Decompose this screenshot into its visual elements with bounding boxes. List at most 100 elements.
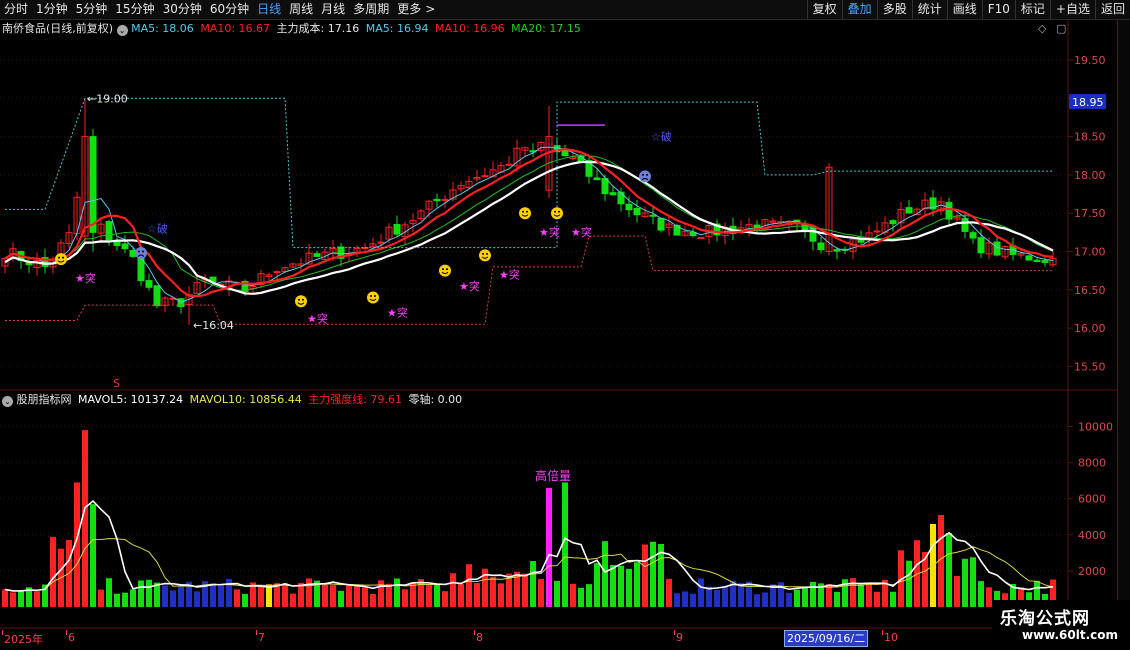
volume-bar[interactable] — [794, 589, 800, 607]
volume-bar[interactable] — [594, 563, 600, 607]
volume-bar[interactable] — [586, 584, 592, 607]
volume-chart[interactable]: 高倍量 S — [2, 377, 1056, 607]
volume-bar[interactable] — [354, 585, 360, 607]
volume-bar[interactable] — [570, 583, 576, 607]
candle-body[interactable] — [145, 280, 153, 288]
volume-bar[interactable] — [698, 578, 704, 607]
volume-bar[interactable] — [954, 575, 960, 607]
volume-bar[interactable] — [106, 578, 112, 607]
toolbar-button[interactable]: 返回 — [1094, 0, 1130, 19]
candle-body[interactable] — [273, 271, 281, 274]
volume-bar[interactable] — [282, 583, 288, 607]
volume-bar[interactable] — [402, 589, 408, 607]
volume-bar[interactable] — [618, 565, 624, 607]
toolbar-button[interactable]: 画线 — [946, 0, 982, 19]
candle-body[interactable] — [969, 232, 977, 239]
volume-bar[interactable] — [522, 573, 528, 607]
candle-body[interactable] — [505, 163, 513, 166]
candle-body[interactable] — [481, 175, 489, 178]
volume-bar[interactable] — [90, 504, 96, 607]
volume-bar[interactable] — [810, 581, 816, 607]
toolbar-button[interactable]: 叠加 — [841, 0, 877, 19]
candle-body[interactable] — [313, 253, 321, 257]
candle-body[interactable] — [617, 191, 625, 205]
candle-body[interactable] — [961, 218, 969, 232]
volume-bar[interactable] — [962, 558, 968, 607]
candle-body[interactable] — [873, 230, 881, 233]
period-tab[interactable]: 日线 — [253, 0, 285, 19]
volume-bar[interactable] — [754, 594, 760, 607]
candle-body[interactable] — [433, 198, 441, 202]
candle-body[interactable] — [1025, 255, 1033, 261]
candle-body[interactable] — [809, 227, 817, 242]
volume-bar[interactable] — [802, 587, 808, 607]
volume-bar[interactable] — [450, 573, 456, 607]
candle-body[interactable] — [121, 243, 129, 250]
right-scrollbar[interactable] — [1117, 20, 1130, 630]
volume-bar[interactable] — [642, 544, 648, 607]
volume-bar[interactable] — [394, 578, 400, 607]
volume-bar[interactable] — [970, 557, 976, 607]
more-arrow-icon[interactable]: > — [425, 0, 439, 19]
candle-body[interactable] — [153, 285, 161, 307]
candle-body[interactable] — [561, 149, 569, 157]
volume-bar[interactable] — [378, 580, 384, 607]
restore-icon[interactable]: ▢ — [1056, 22, 1066, 35]
volume-bar[interactable] — [178, 585, 184, 607]
candle-body[interactable] — [833, 249, 841, 252]
volume-bar[interactable] — [210, 583, 216, 607]
chevron-down-icon[interactable]: ⌄ — [2, 396, 13, 407]
toolbar-button[interactable]: +自选 — [1049, 0, 1095, 19]
candle-body[interactable] — [577, 155, 585, 162]
volume-bar[interactable] — [706, 586, 712, 607]
toolbar-button[interactable]: F10 — [981, 0, 1015, 19]
candle-body[interactable] — [633, 207, 641, 216]
volume-bar[interactable] — [666, 578, 672, 607]
volume-bar[interactable] — [146, 579, 152, 607]
volume-bar[interactable] — [322, 583, 328, 607]
volume-bar[interactable] — [34, 591, 40, 607]
volume-bar[interactable] — [458, 584, 464, 607]
chart-canvas[interactable]: ←19.00 ←16:04 ★突 ★突 ★突 ★突 ★突 ★突 ★突 ☆破 ☆破 高倍量 S 19.5… — [0, 20, 1117, 630]
volume-bar[interactable] — [714, 589, 720, 607]
toolbar-button[interactable]: 统计 — [911, 0, 947, 19]
volume-bar[interactable] — [162, 585, 168, 607]
volume-bar[interactable] — [218, 584, 224, 607]
volume-bar[interactable] — [946, 532, 952, 607]
volume-bar[interactable] — [258, 586, 264, 607]
candle-body[interactable] — [137, 254, 145, 282]
indicator-name[interactable]: 股朋指标网 — [17, 393, 72, 406]
volume-bar[interactable] — [650, 541, 656, 607]
volume-bar[interactable] — [834, 591, 840, 607]
volume-bar[interactable] — [498, 583, 504, 607]
candle-body[interactable] — [113, 241, 121, 247]
candle-body[interactable] — [393, 223, 401, 235]
volume-bar[interactable] — [490, 576, 496, 607]
volume-bar[interactable] — [874, 591, 880, 607]
candle-body[interactable] — [377, 241, 385, 244]
volume-bar[interactable] — [858, 584, 864, 607]
candle-body[interactable] — [1041, 260, 1049, 263]
volume-bar[interactable] — [746, 581, 752, 607]
volume-bar[interactable] — [346, 584, 352, 607]
volume-bar[interactable] — [50, 536, 56, 607]
period-tab[interactable]: 30分钟 — [159, 0, 206, 19]
candle-body[interactable] — [945, 202, 953, 220]
volume-bar[interactable] — [634, 562, 640, 607]
volume-bar[interactable] — [130, 589, 136, 607]
volume-bar[interactable] — [762, 592, 768, 607]
volume-bar[interactable] — [578, 587, 584, 607]
volume-bar[interactable] — [442, 591, 448, 607]
candle-body[interactable] — [889, 220, 897, 225]
volume-bar[interactable] — [866, 582, 872, 607]
volume-bar[interactable] — [170, 590, 176, 607]
volume-bar[interactable] — [906, 560, 912, 607]
toolbar-button[interactable]: 多股 — [876, 0, 912, 19]
volume-bar[interactable] — [298, 582, 304, 607]
period-tab[interactable]: 1分钟 — [32, 0, 72, 19]
volume-bar[interactable] — [114, 593, 120, 607]
volume-bar[interactable] — [674, 593, 680, 607]
period-tab[interactable]: 分时 — [0, 0, 32, 19]
volume-bar[interactable] — [722, 585, 728, 607]
volume-bar[interactable] — [546, 487, 552, 607]
